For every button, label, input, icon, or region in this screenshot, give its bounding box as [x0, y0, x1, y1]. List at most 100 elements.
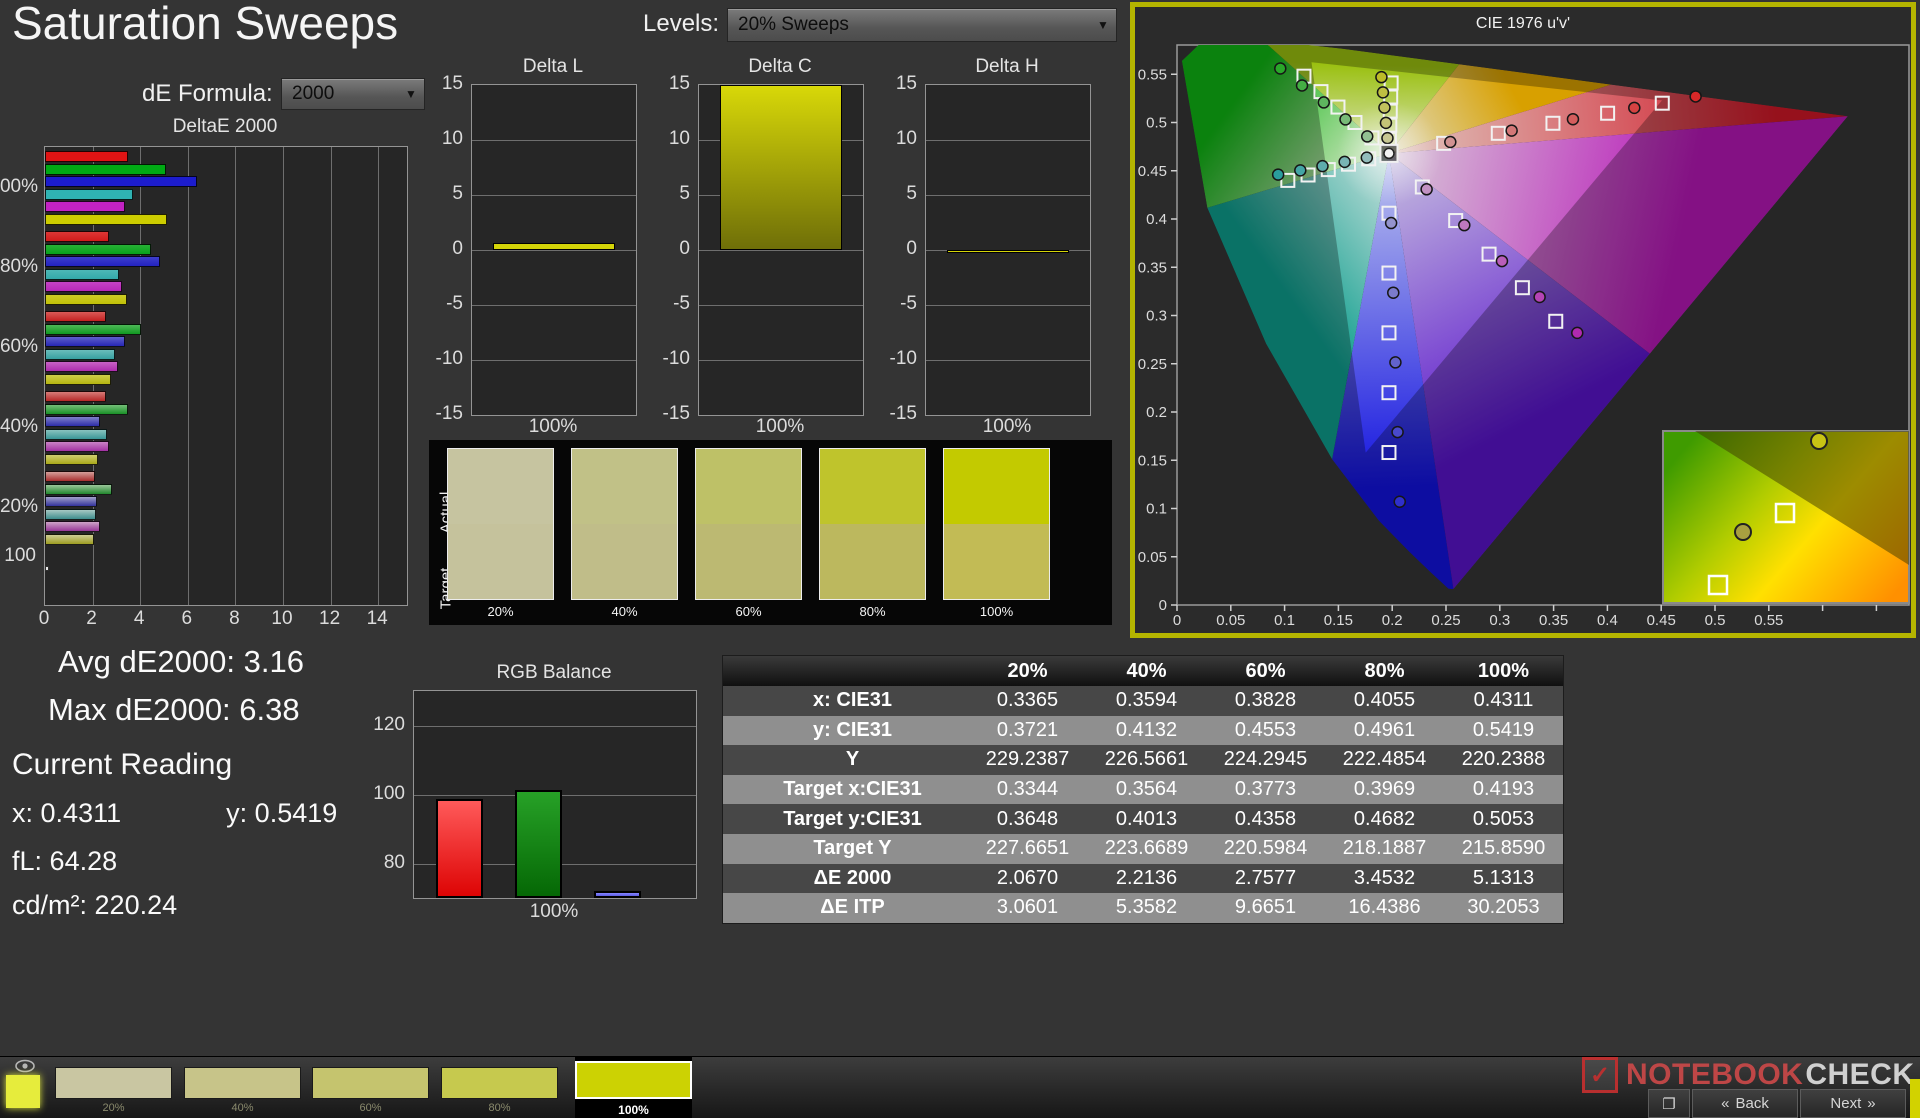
swatch-color — [441, 1067, 558, 1099]
gridline — [699, 250, 863, 251]
bar-blue — [45, 176, 197, 187]
gridline — [926, 140, 1090, 141]
measured-circle-magenta — [1459, 220, 1470, 231]
table-cell: 3.0601 — [968, 893, 1087, 923]
measured-circle-blue — [1388, 287, 1399, 298]
svg-text:0.5: 0.5 — [1705, 612, 1726, 629]
bar-green — [45, 244, 151, 255]
y-tick-label: -15 — [646, 403, 690, 425]
page-title: Saturation Sweeps — [12, 0, 398, 50]
table-row-label: ΔE 2000 — [723, 864, 968, 894]
swatch-color — [184, 1067, 301, 1099]
bar-red — [45, 391, 106, 402]
bar-magenta — [45, 521, 100, 532]
swatch-label: 80% — [819, 604, 926, 619]
measured-circle-cyan — [1339, 156, 1350, 167]
saturation-swatch-80%[interactable]: 80% — [441, 1057, 558, 1118]
table-cell: 0.4961 — [1325, 716, 1444, 746]
swatch-label: 40% — [184, 1102, 301, 1114]
saturation-swatch-40%[interactable]: 40% — [184, 1057, 301, 1118]
window-mode-button[interactable]: ❐ — [1648, 1089, 1690, 1118]
bar-cyan — [45, 429, 107, 440]
bar-magenta — [45, 201, 125, 212]
measured-circle-blue — [1392, 427, 1403, 438]
bar-green — [45, 324, 141, 335]
saturation-swatch-20%[interactable]: 20% — [55, 1057, 172, 1118]
gridline — [472, 195, 636, 196]
de-formula-dropdown[interactable]: 2000 ▼ — [281, 78, 425, 110]
swatch-label: 20% — [447, 604, 554, 619]
table-cell: 0.3773 — [1206, 775, 1325, 805]
y-value: 0.5419 — [255, 798, 338, 828]
bar-cyan — [45, 349, 115, 360]
back-button[interactable]: « Back — [1692, 1089, 1798, 1118]
next-button[interactable]: Next » — [1800, 1089, 1906, 1118]
swatch-target — [820, 524, 925, 599]
measured-circle-yellow — [1377, 87, 1388, 98]
yellow-edge-strip — [1910, 1079, 1920, 1118]
bar-red — [45, 311, 106, 322]
table-cell: 0.3721 — [968, 716, 1087, 746]
svg-text:0.4: 0.4 — [1146, 211, 1167, 228]
measured-circle-yellow — [1382, 133, 1393, 144]
y-tick-label: -10 — [873, 348, 917, 370]
y-tick-label: 100 — [359, 783, 405, 805]
active-patch-swatch[interactable] — [6, 1075, 40, 1108]
table-cell: 224.2945 — [1206, 745, 1325, 775]
y-tick-label: 0 — [646, 238, 690, 260]
swatch-40% — [571, 448, 678, 600]
gridline — [699, 360, 863, 361]
measured-circle-magenta — [1421, 184, 1432, 195]
bar-green — [515, 790, 562, 898]
cdm2-value: 220.24 — [95, 890, 178, 920]
table-row-label: Target x:CIE31 — [723, 775, 968, 805]
svg-text:0.55: 0.55 — [1754, 612, 1783, 629]
delta-h-xlabel: 100% — [925, 416, 1089, 438]
footer-taskbar: ✓ NOTEBOOKCHECK ❐ « Back Next » 20%40%60… — [0, 1056, 1920, 1118]
y-tick-label: 0 — [419, 238, 463, 260]
swatch-label: 100% — [943, 604, 1050, 619]
svg-text:0.05: 0.05 — [1138, 549, 1167, 566]
table-row-label: y: CIE31 — [723, 716, 968, 746]
de-formula-label: dE Formula: — [142, 80, 273, 108]
table-cell: 227.6651 — [968, 834, 1087, 864]
swatch-target — [696, 524, 801, 599]
levels-dropdown[interactable]: 20% Sweeps ▼ — [727, 8, 1117, 42]
table-cell: 9.6651 — [1206, 893, 1325, 923]
cie-zoom-inset — [1663, 431, 1909, 603]
table-header-cell: 20% — [968, 656, 1087, 686]
y-tick-label: 15 — [419, 73, 463, 95]
svg-text:0.2: 0.2 — [1146, 404, 1167, 421]
delta-l-title: Delta L — [471, 56, 635, 78]
y-tick-label: 5 — [646, 183, 690, 205]
fl-value: 64.28 — [50, 846, 118, 876]
back-button-label: Back — [1735, 1095, 1768, 1112]
bar-green — [45, 484, 112, 495]
bar-green — [45, 164, 166, 175]
saturation-swatch-60%[interactable]: 60% — [312, 1057, 429, 1118]
saturation-swatch-100%[interactable]: 100% — [575, 1057, 692, 1118]
measurement-table: 20%40%60%80%100%x: CIE310.33650.35940.38… — [722, 655, 1564, 924]
table-cell: 0.4193 — [1444, 775, 1563, 805]
table-row-label: Target y:CIE31 — [723, 804, 968, 834]
gridline — [472, 360, 636, 361]
bar-red — [45, 471, 95, 482]
cdm2-stat: cd/m²: 220.24 — [12, 890, 177, 921]
table-cell: 215.8590 — [1444, 834, 1563, 864]
swatch-100% — [943, 448, 1050, 600]
bar-red — [45, 231, 109, 242]
table-cell: 0.4553 — [1206, 716, 1325, 746]
avg-de2000-stat: Avg dE2000: 3.16 — [58, 644, 304, 680]
y-tick-label: 10 — [646, 128, 690, 150]
table-cell: 2.2136 — [1087, 864, 1206, 894]
measured-circle-green — [1297, 80, 1308, 91]
svg-text:0.1: 0.1 — [1274, 612, 1295, 629]
bar-blue — [45, 496, 97, 507]
bar-yellow — [45, 534, 94, 545]
table-cell: 30.2053 — [1444, 893, 1563, 923]
svg-text:0.1: 0.1 — [1146, 501, 1167, 518]
measured-circle-blue — [1390, 357, 1401, 368]
swatch-color — [312, 1067, 429, 1099]
table-cell: 0.3648 — [968, 804, 1087, 834]
measured-circle-magenta — [1534, 291, 1545, 302]
